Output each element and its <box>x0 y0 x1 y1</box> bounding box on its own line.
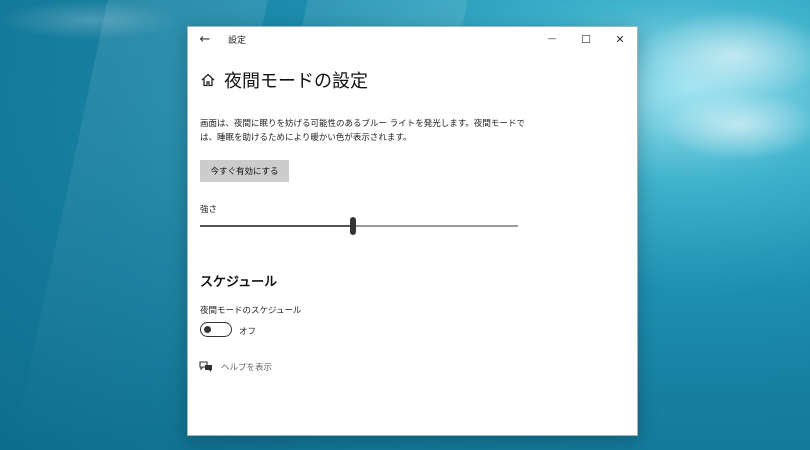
strength-label: 強さ <box>200 205 218 215</box>
toggle-state-label: オフ <box>239 327 257 337</box>
back-arrow-icon: ← <box>199 31 211 47</box>
night-light-description: 画面は、夜間に眠りを妨げる可能性のあるブルー ライトを発光します。夜間モードでは… <box>200 119 525 143</box>
back-button[interactable]: ← <box>188 27 222 51</box>
chat-help-icon <box>199 361 212 372</box>
page-title: 夜間モードの設定 <box>224 71 368 92</box>
help-link[interactable]: ヘルプを表示 <box>221 361 272 373</box>
window-title: 設定 <box>228 35 247 46</box>
schedule-heading: スケジュール <box>200 275 278 290</box>
enable-now-button[interactable]: 今すぐ有効にする <box>200 160 289 182</box>
schedule-toggle[interactable] <box>200 322 232 337</box>
minimize-button[interactable]: — <box>535 27 569 51</box>
wave-highlight <box>640 10 810 100</box>
close-button[interactable]: ✕ <box>603 27 637 51</box>
slider-track-filled <box>200 225 350 227</box>
slider-thumb[interactable] <box>350 217 356 235</box>
page-header: 夜間モードの設定 <box>200 67 368 93</box>
close-icon: ✕ <box>615 32 625 46</box>
wave-highlight <box>660 90 810 160</box>
help-row[interactable]: ヘルプを表示 <box>199 360 272 373</box>
toggle-knob <box>204 325 211 333</box>
home-icon[interactable] <box>200 72 216 88</box>
schedule-label: 夜間モードのスケジュール <box>200 306 302 316</box>
slider-track-remaining <box>356 225 518 227</box>
minimize-icon: — <box>547 34 557 44</box>
wave-highlight <box>0 0 180 40</box>
maximize-icon: ☐ <box>581 32 591 46</box>
strength-slider[interactable] <box>200 217 518 235</box>
maximize-button[interactable]: ☐ <box>569 27 603 51</box>
title-bar: ← 設定 — ☐ ✕ <box>188 27 637 51</box>
settings-window: ← 設定 — ☐ ✕ 夜間モードの設定 画面は、夜間に眠りを妨げる可能性のあるブ… <box>187 26 638 436</box>
window-controls: — ☐ ✕ <box>535 27 637 51</box>
